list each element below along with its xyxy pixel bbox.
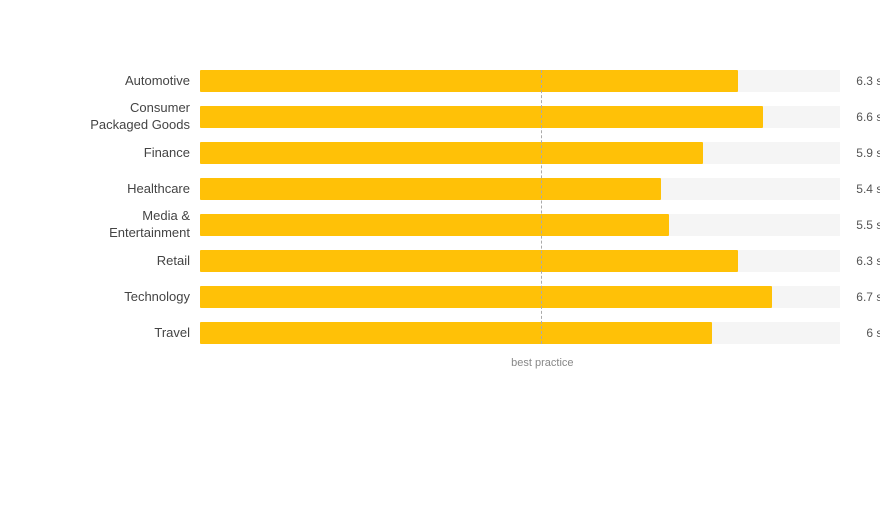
bar-label: Automotive xyxy=(40,73,190,90)
page-title xyxy=(0,0,880,20)
chart-area: Automotive6.3 sec ConsumerPackaged Goods6… xyxy=(200,70,840,344)
bar-track: 5.9 sec xyxy=(200,142,840,164)
bar-track: 5.4 sec xyxy=(200,178,840,200)
best-practice-label: best practice xyxy=(511,357,573,369)
bar-label: Travel xyxy=(40,325,190,342)
bar-row: Finance5.9 sec xyxy=(200,142,840,164)
bar-fill xyxy=(200,142,703,164)
bar-track: 6.3 sec xyxy=(200,250,840,272)
bar-label: Technology xyxy=(40,289,190,306)
bar-track: 6.7 sec xyxy=(200,286,840,308)
bar-label: Media &Entertainment xyxy=(40,208,190,242)
bar-label: ConsumerPackaged Goods xyxy=(40,100,190,134)
bar-track: 6 sec xyxy=(200,322,840,344)
bar-value: 5.5 sec xyxy=(856,218,880,232)
bar-row: Automotive6.3 sec xyxy=(200,70,840,92)
bar-value: 6.7 sec xyxy=(856,290,880,304)
bar-track: 5.5 sec xyxy=(200,214,840,236)
bar-row: Technology6.7 sec xyxy=(200,286,840,308)
bar-fill xyxy=(200,178,661,200)
bar-row: Retail6.3 sec xyxy=(200,250,840,272)
bar-fill xyxy=(200,286,772,308)
chart-container: Automotive6.3 secConsumerPackaged Goods6… xyxy=(0,20,880,398)
bar-fill xyxy=(200,322,712,344)
bar-track: 6.6 sec xyxy=(200,106,840,128)
bar-label: Finance xyxy=(40,145,190,162)
bar-fill xyxy=(200,106,763,128)
bar-value: 6.3 sec xyxy=(856,74,880,88)
bar-label: Retail xyxy=(40,253,190,270)
bar-value: 5.9 sec xyxy=(856,146,880,160)
bar-row: Healthcare5.4 sec xyxy=(200,178,840,200)
bar-value: 6 sec xyxy=(866,326,880,340)
bar-row: Media &Entertainment5.5 sec xyxy=(200,214,840,236)
bar-fill xyxy=(200,250,738,272)
bar-row: ConsumerPackaged Goods6.6 sec xyxy=(200,106,840,128)
bar-label: Healthcare xyxy=(40,181,190,198)
bar-value: 6.3 sec xyxy=(856,254,880,268)
chart-wrapper: Automotive6.3 secConsumerPackaged Goods6… xyxy=(40,70,840,344)
bar-fill xyxy=(200,70,738,92)
bar-track: 6.3 sec xyxy=(200,70,840,92)
bar-fill xyxy=(200,214,669,236)
bar-value: 6.6 sec xyxy=(856,110,880,124)
bar-value: 5.4 sec xyxy=(856,182,880,196)
bar-row: Travel6 sec xyxy=(200,322,840,344)
